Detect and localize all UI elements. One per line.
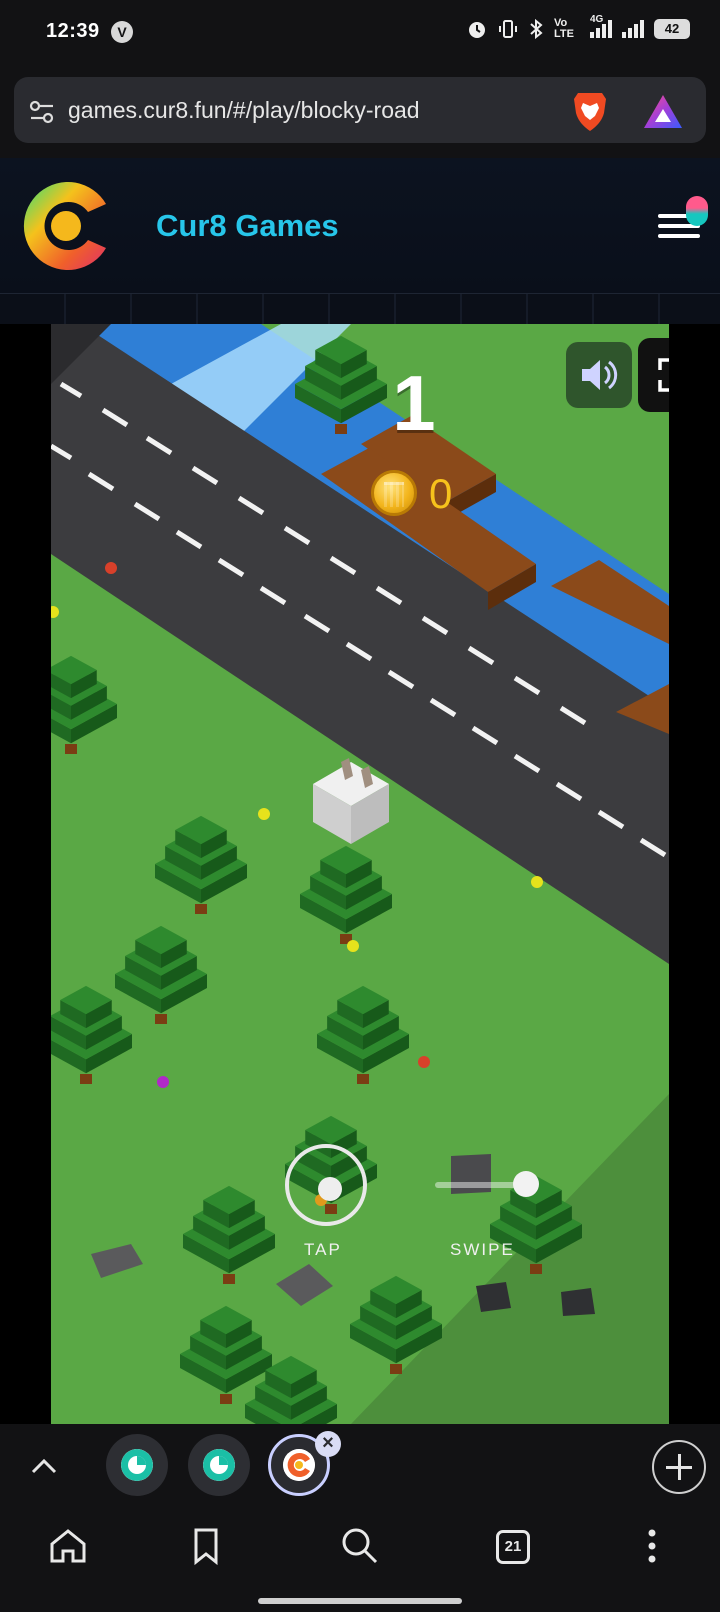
brave-rewards-icon[interactable] [642, 93, 684, 131]
tab-favicon-icon [203, 1449, 235, 1481]
home-icon [50, 1529, 86, 1563]
address-bar[interactable]: games.cur8.fun/#/play/blocky-road [14, 77, 706, 143]
home-button[interactable] [42, 1520, 94, 1572]
network-gen-label: 4G [590, 14, 604, 25]
swipe-hint-track [435, 1182, 521, 1188]
site-settings-icon[interactable] [28, 98, 56, 126]
volte-label: Vo LTE [554, 17, 574, 40]
tab-favicon-icon [121, 1449, 153, 1481]
alarm-icon [469, 22, 485, 38]
tab-switcher-strip: × [0, 1424, 720, 1508]
status-time: 12:39 [46, 20, 100, 42]
tabs-count: 21 [496, 1530, 530, 1564]
speaker-icon [582, 360, 618, 390]
signal-icon-2 [622, 20, 644, 38]
more-vertical-icon [648, 1529, 656, 1563]
signal-icon-1: 4G [590, 14, 612, 38]
cur8-favicon-icon [283, 1449, 315, 1481]
notification-badge [686, 196, 708, 226]
swipe-hint-label: SWIPE [450, 1240, 515, 1259]
status-bar: 12:39 V Vo LTE 4G 42 [0, 0, 720, 64]
swipe-hint-icon [513, 1171, 539, 1197]
search-button[interactable] [334, 1520, 386, 1572]
browser-toolbar: games.cur8.fun/#/play/blocky-road [0, 64, 720, 158]
site-title[interactable]: Cur8 Games [156, 208, 339, 244]
game-scene [51, 324, 669, 1424]
brave-lion-icon[interactable] [570, 89, 610, 133]
new-tab-button[interactable] [652, 1440, 706, 1494]
fullscreen-button[interactable] [638, 338, 669, 412]
game-frame: 1 0 TAP SWIPE [0, 324, 720, 1424]
bookmark-icon [194, 1528, 218, 1566]
fullscreen-icon [658, 358, 669, 392]
tab-thumbnail[interactable] [106, 1434, 168, 1496]
cur8-logo-icon[interactable] [20, 178, 112, 274]
vibrate-icon [499, 20, 517, 38]
vpn-icon: V [111, 21, 133, 43]
tap-hint-label: TAP [304, 1240, 342, 1259]
tap-hint-icon [285, 1144, 367, 1226]
tab-thumbnail[interactable] [188, 1434, 250, 1496]
bottom-navigation: 21 [0, 1508, 720, 1612]
status-indicators: Vo LTE 4G 42 [466, 14, 690, 40]
score-counter: 1 [392, 359, 436, 447]
more-menu-button[interactable] [626, 1520, 678, 1572]
coin-icon [371, 470, 417, 516]
site-header: Cur8 Games [0, 158, 720, 294]
close-tab-icon[interactable]: × [315, 1431, 341, 1457]
hamburger-menu-icon[interactable] [658, 196, 708, 240]
coin-count: 0 [429, 470, 453, 517]
gesture-home-indicator [258, 1598, 462, 1604]
url-text[interactable]: games.cur8.fun/#/play/blocky-road [68, 97, 420, 124]
header-divider [0, 294, 720, 324]
bluetooth-icon [530, 18, 543, 40]
chevron-up-icon[interactable] [24, 1446, 64, 1486]
tabs-button[interactable]: 21 [488, 1520, 540, 1572]
search-icon [342, 1528, 378, 1564]
game-canvas[interactable]: 1 0 TAP SWIPE [51, 324, 669, 1424]
tab-thumbnail-active[interactable]: × [268, 1431, 341, 1496]
sound-toggle-button[interactable] [566, 342, 632, 408]
bookmarks-button[interactable] [180, 1520, 232, 1572]
battery-indicator: 42 [654, 19, 690, 39]
